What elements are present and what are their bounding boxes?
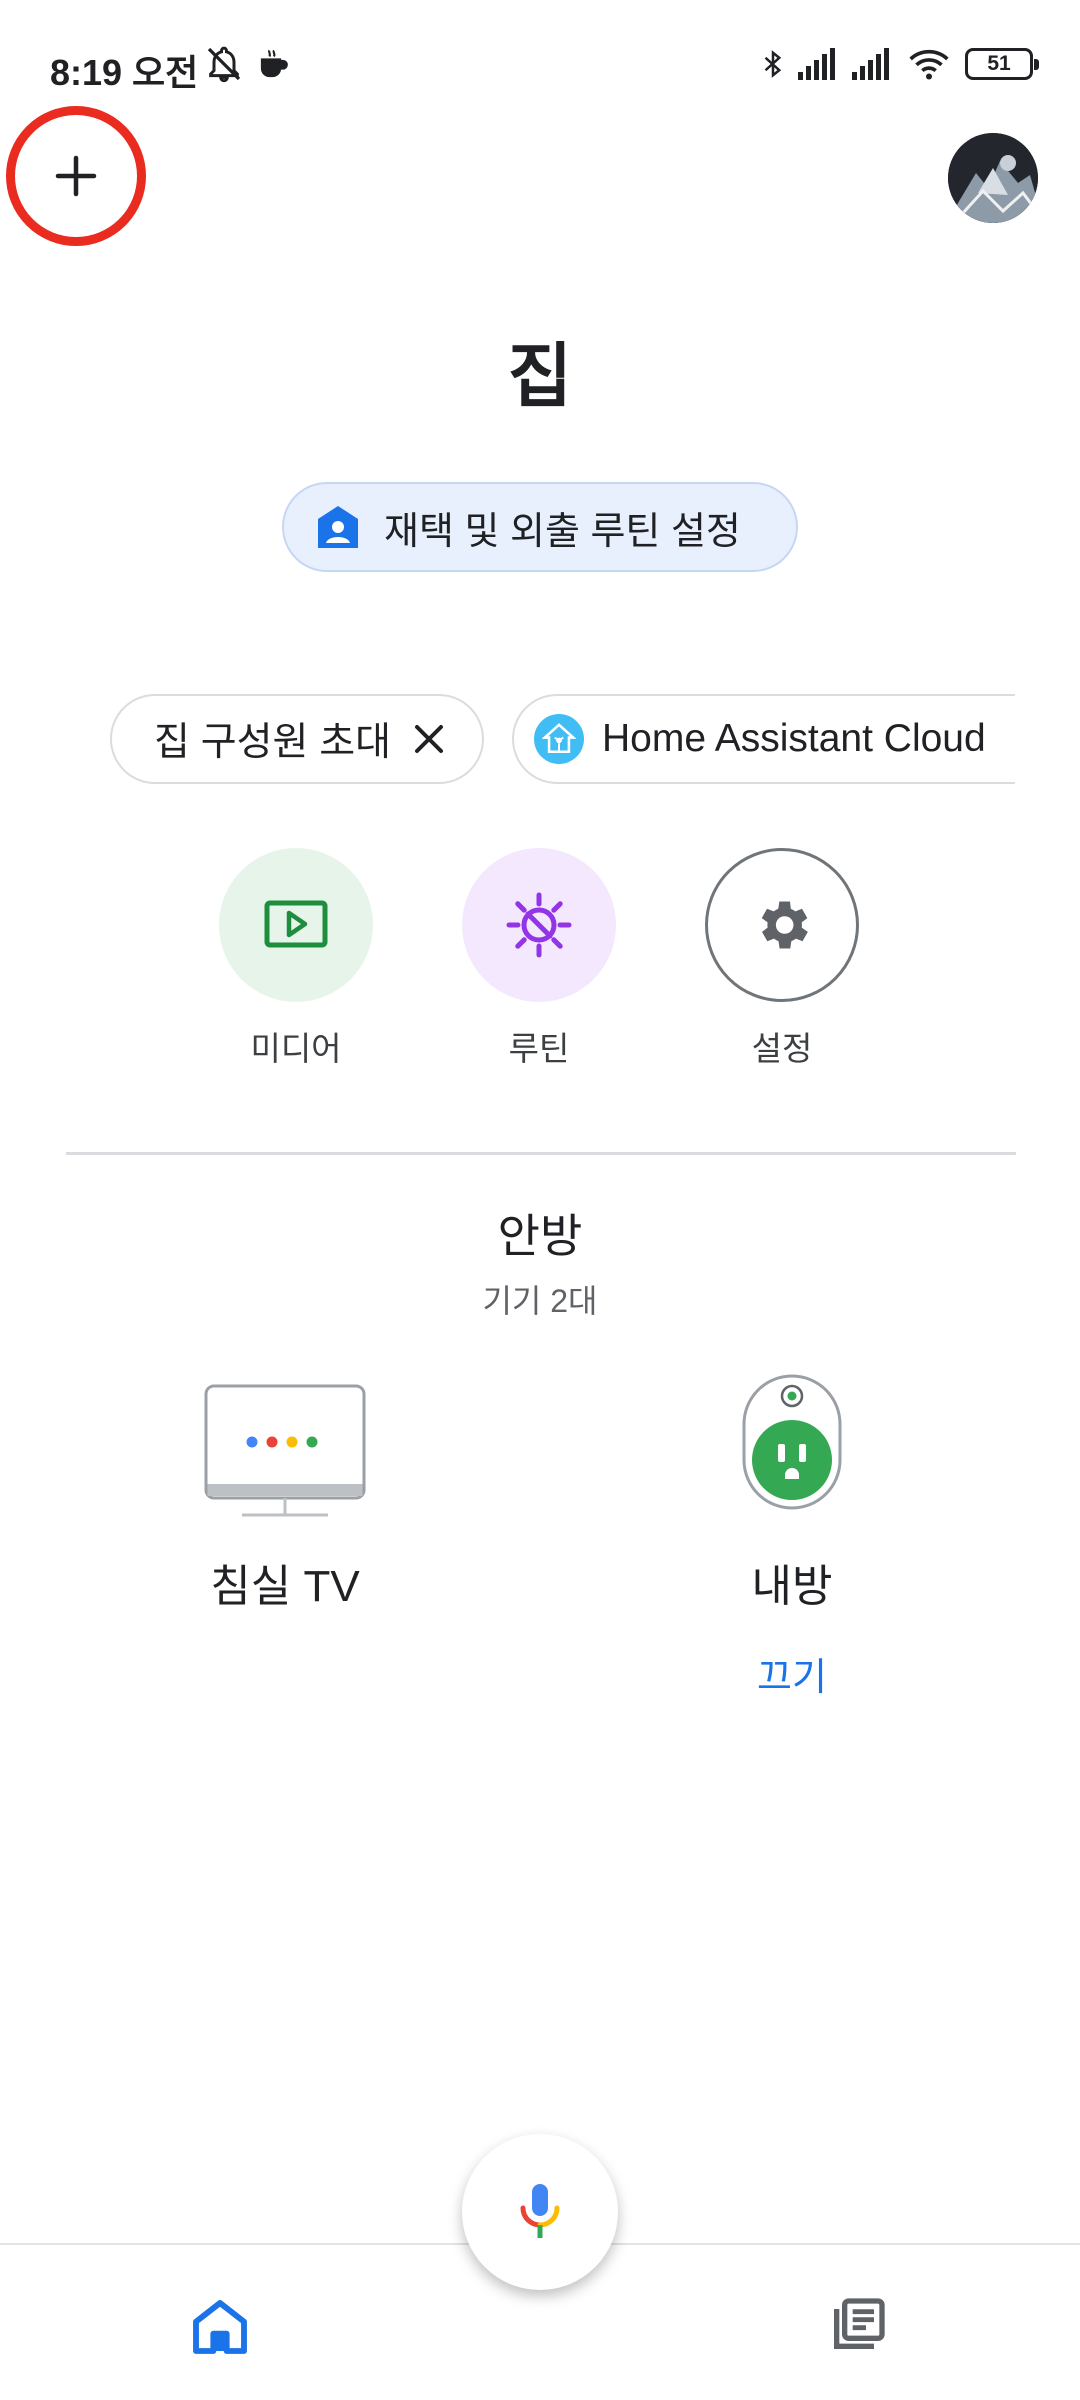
invite-member-chip[interactable]: 집 구성원 초대 (110, 694, 484, 784)
plus-icon (55, 155, 97, 197)
account-avatar[interactable] (948, 133, 1038, 223)
routine-shortcut-label: 루틴 (508, 1030, 570, 1067)
home-assistant-icon (534, 714, 584, 764)
notifications-off-icon (207, 46, 241, 83)
status-time: 8:19 오전 (50, 52, 199, 93)
add-button[interactable] (40, 140, 112, 212)
home-assistant-label: Home Assistant Cloud (602, 717, 986, 760)
nav-feed-tab[interactable] (826, 2293, 890, 2357)
home-person-icon (318, 506, 358, 548)
media-shortcut-label: 미디어 (250, 1030, 342, 1067)
signal-icon (798, 48, 835, 80)
feed-icon (834, 2298, 885, 2349)
room-title[interactable]: 안방 (0, 1200, 1080, 1266)
wifi-icon (909, 49, 949, 80)
avatar-image (948, 133, 1038, 223)
home-title: 집 (507, 337, 573, 415)
routine-chip-label: 재택 및 외출 루틴 설정 (384, 510, 741, 553)
microphone-icon (520, 2184, 560, 2238)
home-icon (193, 2300, 247, 2354)
assistant-mic-button[interactable] (462, 2134, 618, 2290)
signal-icon (852, 48, 889, 80)
tv-device-tile[interactable] (200, 1380, 370, 1520)
battery-indicator: 51 (965, 48, 1039, 80)
tv-device-icon (204, 1384, 366, 1517)
coffee-icon (260, 49, 288, 78)
plug-device-label[interactable]: 내방 (692, 1550, 892, 1614)
status-bar: 8:19 오전 51 (0, 0, 1080, 130)
media-shortcut-button[interactable] (219, 848, 373, 1002)
routine-shortcut-button[interactable] (462, 848, 616, 1002)
gear-icon (761, 901, 808, 949)
routine-setup-chip[interactable]: 재택 및 외출 루틴 설정 (282, 482, 798, 572)
home-assistant-chip[interactable]: Home Assistant Cloud (512, 694, 1015, 784)
settings-shortcut-button[interactable] (705, 848, 859, 1002)
room-device-count: 기기 2대 (482, 1283, 598, 1319)
bluetooth-icon (764, 50, 782, 78)
nav-home-tab[interactable] (188, 2295, 252, 2359)
invite-chip-label: 집 구성원 초대 (154, 721, 391, 764)
section-divider (66, 1152, 1016, 1155)
smart-plug-icon (742, 1374, 842, 1510)
routine-sun-icon (506, 892, 572, 958)
close-icon[interactable] (409, 719, 449, 759)
media-icon (264, 900, 328, 948)
settings-shortcut-label: 설정 (751, 1030, 813, 1067)
tv-device-label[interactable]: 침실 TV (185, 1550, 385, 1614)
plug-device-tile[interactable] (740, 1372, 844, 1512)
plug-off-button[interactable]: 끄기 (692, 1646, 892, 1701)
